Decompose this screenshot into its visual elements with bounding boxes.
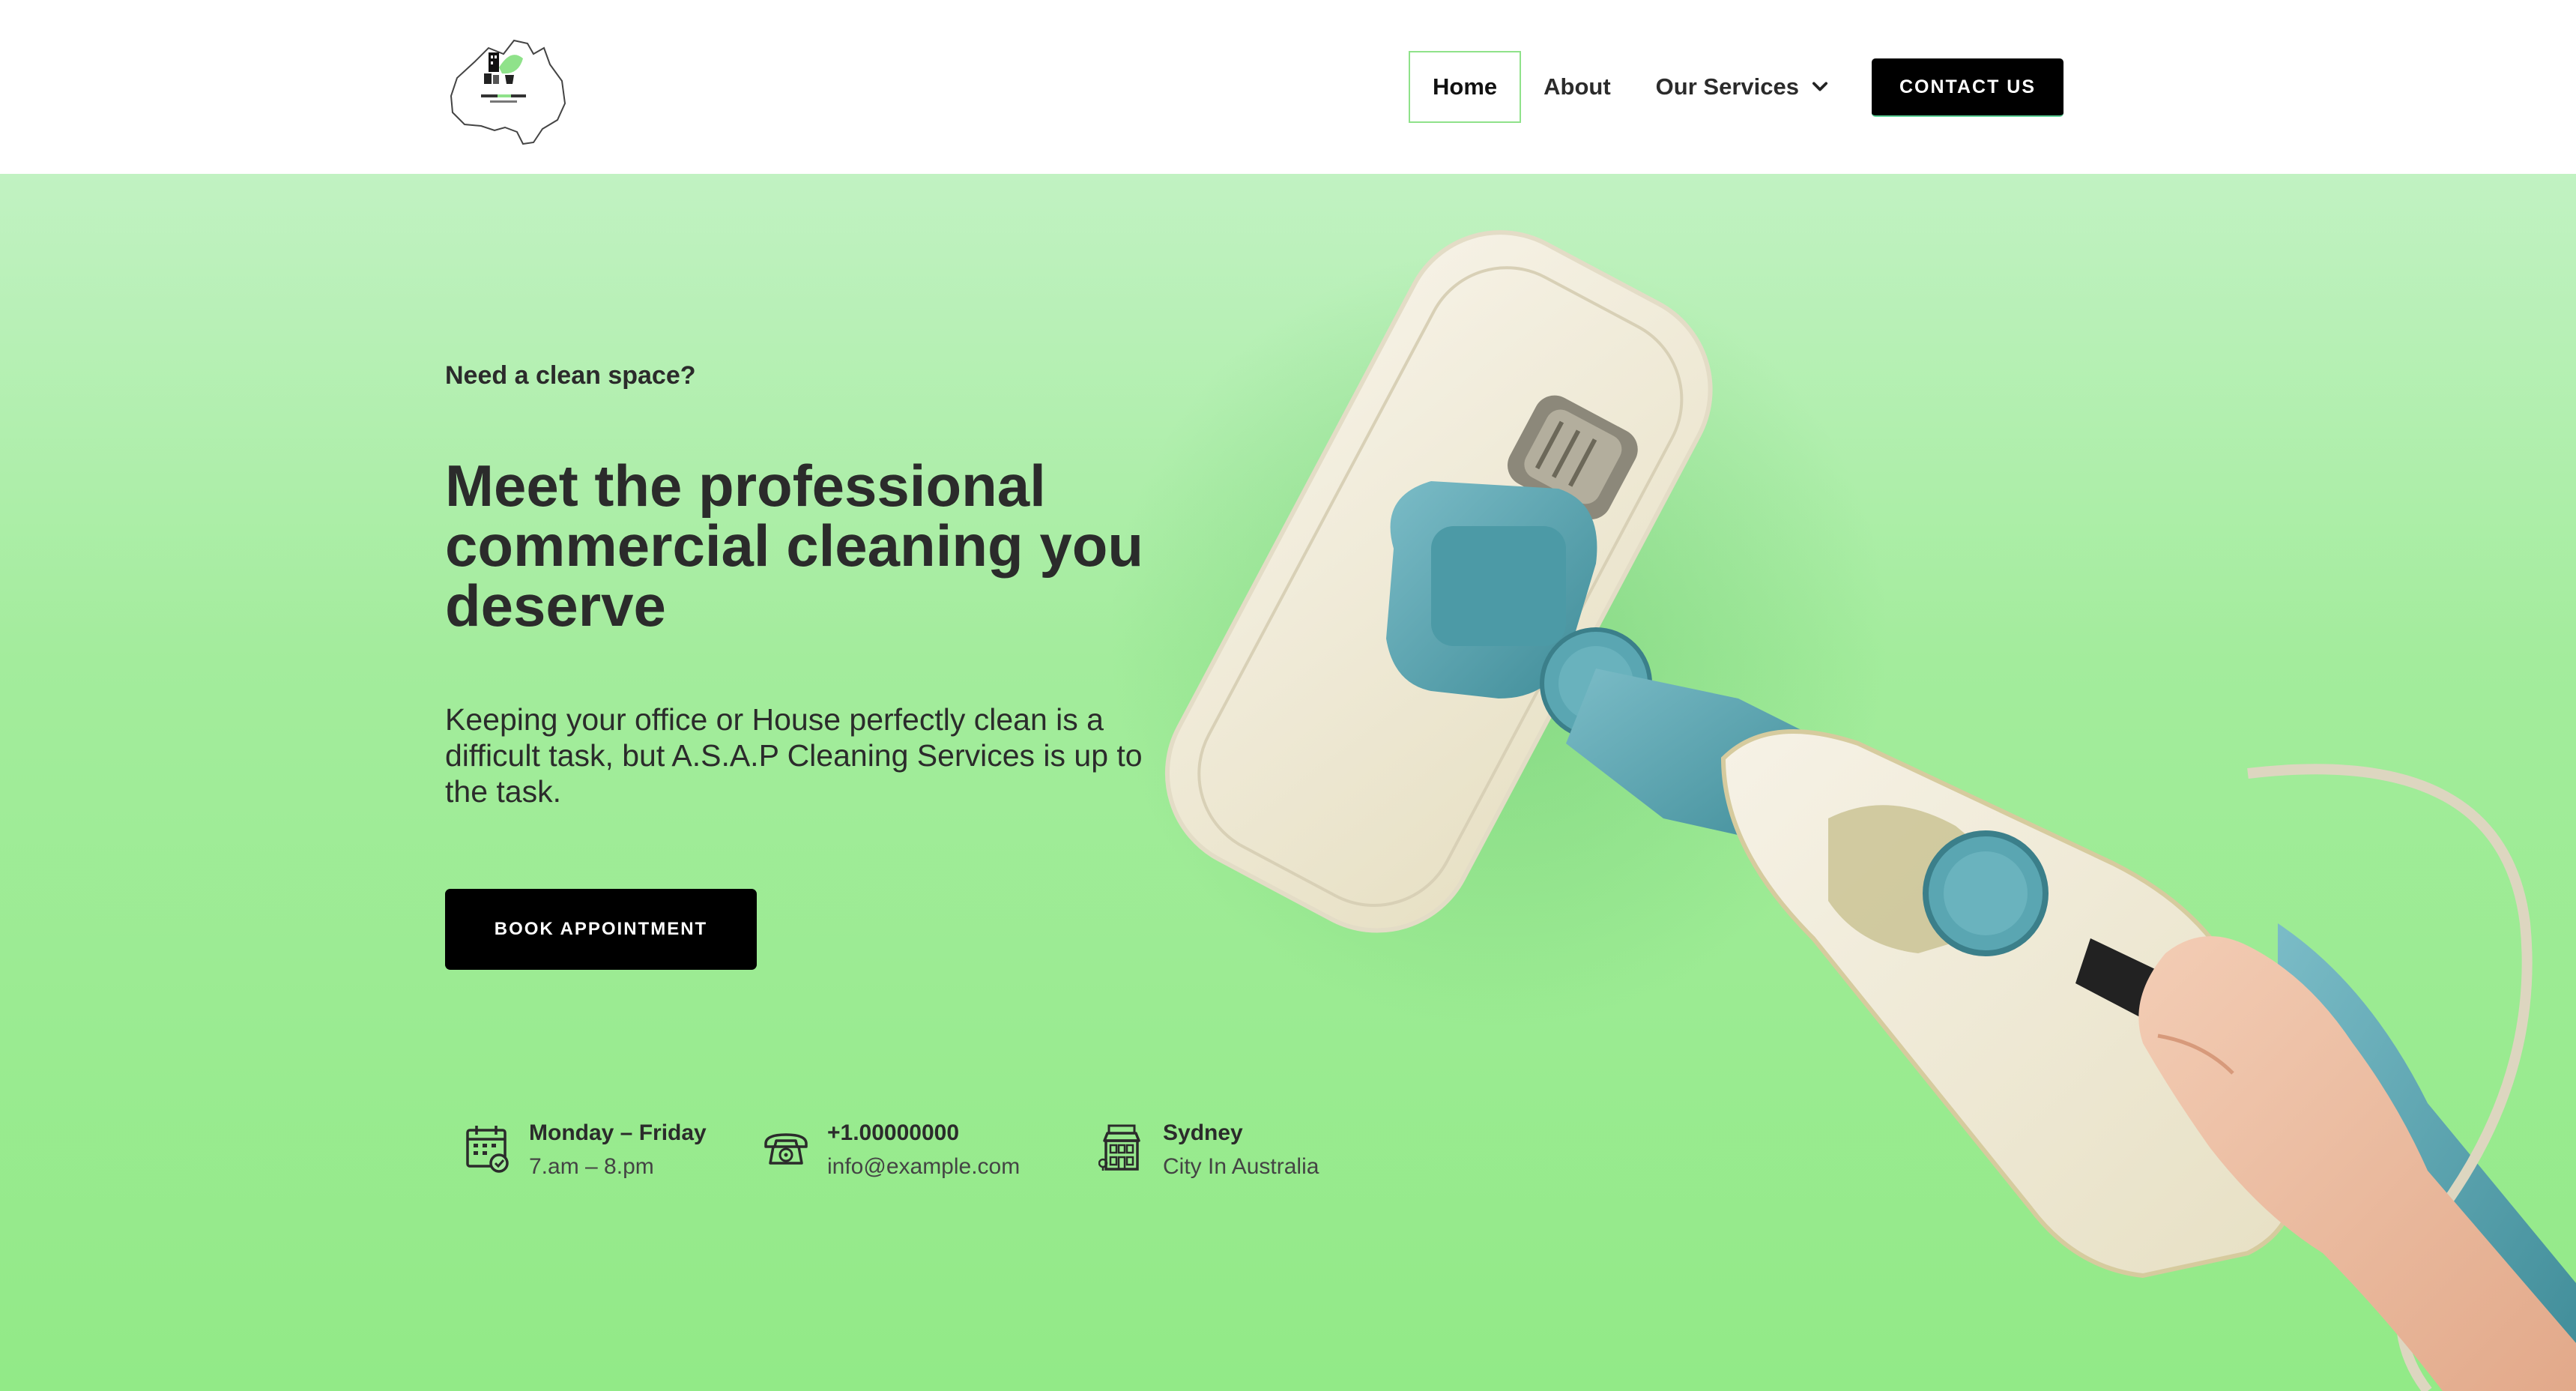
hero-section: Need a clean space? Meet the professiona… (0, 174, 2576, 1391)
nav-about-label: About (1544, 73, 1611, 100)
nav-our-services[interactable]: Our Services (1656, 51, 1830, 123)
hero-lead-text: Keeping your office or House perfectly c… (445, 702, 1143, 809)
australia-map-logo-icon (450, 39, 566, 145)
steam-mop-illustration (1109, 230, 2576, 1391)
main-nav: Home About Our Services (1409, 51, 1833, 123)
info-location-text: Sydney City In Australia (1163, 1118, 1319, 1186)
hero-headline: Meet the professional commercial cleanin… (445, 453, 1144, 639)
nav-home-label: Home (1433, 73, 1498, 100)
site-header: Home About Our Services CONTACT US (0, 0, 2576, 174)
nav-home[interactable]: Home (1409, 51, 1522, 123)
book-appointment-label: BOOK APPOINTMENT (494, 919, 708, 939)
info-hours-title: Monday – Friday (529, 1120, 707, 1145)
nav-about[interactable]: About (1544, 51, 1611, 123)
info-hours-sub: 7.am – 8.pm (529, 1154, 654, 1179)
info-country: City In Australia (1163, 1154, 1319, 1179)
building-icon (1098, 1121, 1145, 1175)
contact-us-button[interactable]: CONTACT US (1872, 58, 2063, 117)
info-email[interactable]: info@example.com (827, 1148, 1020, 1186)
brand-logo[interactable] (445, 31, 572, 150)
info-contact[interactable]: +1.00000000 info@example.com (763, 1118, 1020, 1186)
info-hours: Monday – Friday 7.am – 8.pm (465, 1118, 707, 1186)
telephone-icon (763, 1121, 809, 1175)
info-phone[interactable]: +1.00000000 (827, 1118, 1020, 1148)
info-location: Sydney City In Australia (1098, 1118, 1319, 1186)
nav-services-label: Our Services (1655, 73, 1799, 100)
calendar-icon (465, 1121, 511, 1175)
info-hours-text: Monday – Friday 7.am – 8.pm (529, 1118, 707, 1186)
contact-us-label: CONTACT US (1899, 76, 2037, 97)
info-city: Sydney (1163, 1120, 1243, 1145)
hero-eyebrow: Need a clean space? (445, 361, 696, 390)
chevron-down-icon (1809, 76, 1830, 97)
book-appointment-button[interactable]: BOOK APPOINTMENT (445, 889, 757, 970)
info-contact-text: +1.00000000 info@example.com (827, 1118, 1020, 1186)
steam-mop-image (1079, 174, 2576, 1391)
